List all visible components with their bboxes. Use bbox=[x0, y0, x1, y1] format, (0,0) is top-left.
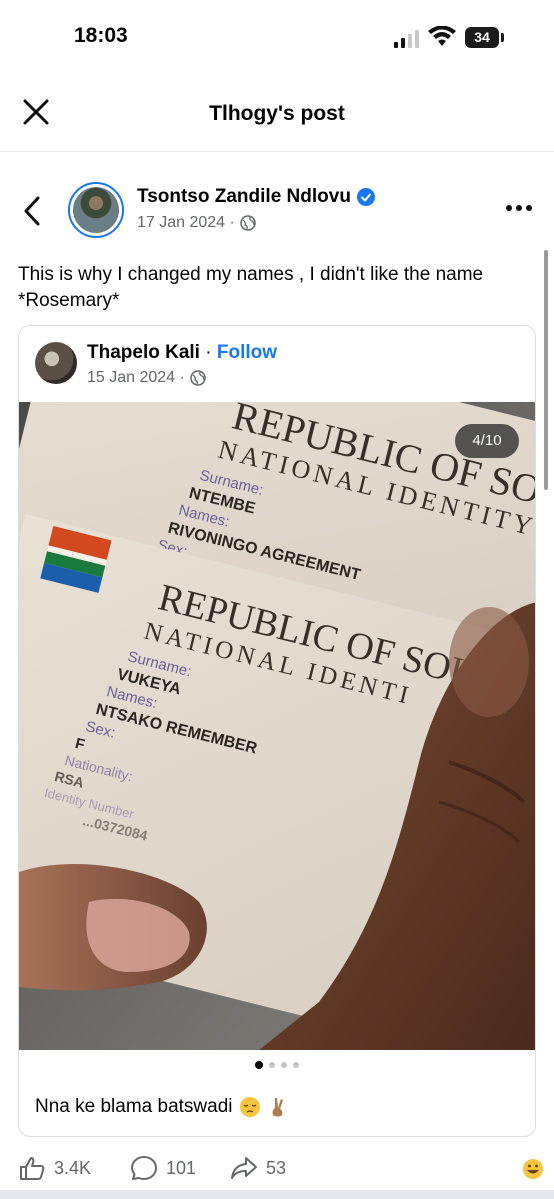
name-separator: · bbox=[199, 342, 217, 363]
id-cards-illustration: REPUBLIC OF SOUTH NATIONAL IDENTITY Surn… bbox=[19, 402, 535, 1050]
photo-counter: 4/10 bbox=[455, 424, 519, 458]
wifi-icon bbox=[428, 26, 456, 46]
share-button[interactable]: 53 bbox=[230, 1154, 286, 1182]
shared-post-date: 15 Jan 2024 · bbox=[87, 369, 185, 386]
grinning-face-icon[interactable] bbox=[522, 1158, 544, 1180]
share-icon bbox=[231, 1157, 257, 1179]
comment-count: 101 bbox=[166, 1157, 197, 1178]
shared-author-avatar[interactable] bbox=[35, 342, 77, 384]
status-bar: 18:03 34 bbox=[0, 0, 554, 70]
like-count: 3.4K bbox=[54, 1157, 92, 1178]
scrollbar[interactable] bbox=[544, 250, 548, 490]
follow-button[interactable]: Follow bbox=[217, 342, 277, 363]
author-avatar[interactable] bbox=[68, 182, 124, 238]
pensive-face-icon bbox=[239, 1097, 260, 1117]
shared-post-header: Thapelo Kali · Follow 15 Jan 2024 · bbox=[19, 326, 535, 404]
thumbs-up-icon bbox=[20, 1157, 45, 1180]
globe-icon bbox=[240, 215, 256, 231]
signal-icon bbox=[394, 30, 419, 48]
globe-icon bbox=[190, 370, 206, 386]
comment-bar-edge bbox=[0, 1190, 554, 1199]
carousel-dot[interactable] bbox=[293, 1062, 299, 1068]
shared-author-name[interactable]: Thapelo Kali bbox=[87, 342, 200, 363]
action-bar: 3.4K 101 53 bbox=[0, 1150, 554, 1190]
share-count: 53 bbox=[266, 1157, 287, 1178]
post-photo[interactable]: REPUBLIC OF SOUTH NATIONAL IDENTITY Surn… bbox=[19, 402, 535, 1050]
carousel-dots[interactable] bbox=[19, 1061, 535, 1069]
post-date-row: 17 Jan 2024 · bbox=[137, 214, 256, 232]
like-button[interactable]: 3.4K bbox=[18, 1154, 91, 1182]
comment-button[interactable]: 101 bbox=[130, 1154, 196, 1182]
crossed-fingers-icon bbox=[272, 1098, 283, 1117]
shared-caption: Nna ke blama batswadi bbox=[35, 1096, 233, 1117]
shared-date-row: 15 Jan 2024 · bbox=[87, 369, 206, 387]
battery-indicator: 34 bbox=[465, 27, 499, 48]
comment-icon bbox=[131, 1156, 157, 1180]
shared-caption-row: Nna ke blama batswadi bbox=[35, 1096, 289, 1118]
post-caption: This is why I changed my names , I didn'… bbox=[18, 264, 484, 311]
verified-badge-icon bbox=[356, 188, 375, 206]
shared-author-row: Thapelo Kali · Follow bbox=[87, 342, 277, 364]
status-time: 18:03 bbox=[74, 24, 128, 47]
top-header: Tlhogy's post bbox=[0, 78, 554, 152]
carousel-dot[interactable] bbox=[269, 1062, 275, 1068]
author-name[interactable]: Tsontso Zandile Ndlovu bbox=[137, 186, 351, 208]
back-arrow-icon[interactable] bbox=[20, 194, 44, 228]
shared-post-card[interactable]: Thapelo Kali · Follow 15 Jan 2024 · REPU… bbox=[18, 325, 536, 1137]
post-header: Tsontso Zandile Ndlovu 17 Jan 2024 · bbox=[0, 168, 554, 248]
author-name-row[interactable]: Tsontso Zandile Ndlovu bbox=[137, 186, 375, 208]
carousel-dot-active[interactable] bbox=[255, 1061, 263, 1069]
more-options-icon[interactable] bbox=[504, 198, 534, 218]
page-title: Tlhogy's post bbox=[209, 102, 345, 125]
carousel-dot[interactable] bbox=[281, 1062, 287, 1068]
battery-tip bbox=[501, 33, 504, 42]
post-date: 17 Jan 2024 · bbox=[137, 214, 235, 231]
